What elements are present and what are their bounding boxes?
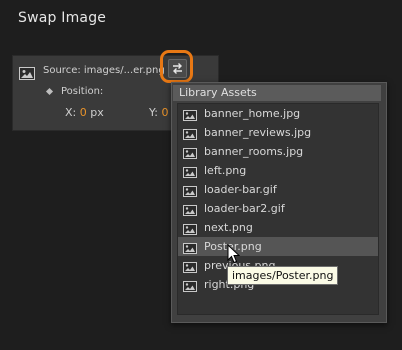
list-item-label: loader-bar.gif <box>204 183 277 196</box>
list-item-hovered[interactable]: Poster.png <box>178 237 378 256</box>
x-label: X: <box>65 106 77 119</box>
position-bullet-icon <box>45 87 54 96</box>
y-position-field[interactable]: Y: 0 <box>149 106 168 119</box>
list-item-label: banner_home.jpg <box>204 107 301 120</box>
list-item[interactable]: loader-bar.gif <box>178 180 378 199</box>
list-item-label: banner_rooms.jpg <box>204 145 304 158</box>
list-item-label: next.png <box>204 221 253 234</box>
list-item[interactable]: left.png <box>178 161 378 180</box>
pointer-cursor-icon <box>227 244 240 264</box>
list-item[interactable]: banner_reviews.jpg <box>178 123 378 142</box>
image-icon <box>19 65 35 84</box>
highlight-ring <box>160 50 193 83</box>
x-value[interactable]: 0 <box>80 106 87 119</box>
x-unit: px <box>90 106 104 119</box>
list-item[interactable]: next.png <box>178 218 378 237</box>
image-icon <box>183 279 197 298</box>
list-item-label: left.png <box>204 164 247 177</box>
position-label: Position: <box>61 86 104 97</box>
list-item-label: loader-bar2.gif <box>204 202 285 215</box>
list-item-label: banner_reviews.jpg <box>204 126 312 139</box>
list-item[interactable]: banner_home.jpg <box>178 104 378 123</box>
page-title: Swap Image <box>18 10 107 26</box>
y-value[interactable]: 0 <box>161 106 168 119</box>
list-item[interactable]: banner_rooms.jpg <box>178 142 378 161</box>
y-label: Y: <box>149 106 158 119</box>
dropdown-header: Library Assets <box>173 85 381 101</box>
x-position-field[interactable]: X: 0 px <box>65 106 104 119</box>
list-item[interactable]: loader-bar2.gif <box>178 199 378 218</box>
tooltip: images/Poster.png <box>227 266 339 285</box>
library-assets-dropdown: Library Assets banner_home.jpg banner_re… <box>171 82 387 323</box>
source-label: Source: images/...er.png <box>43 65 165 76</box>
